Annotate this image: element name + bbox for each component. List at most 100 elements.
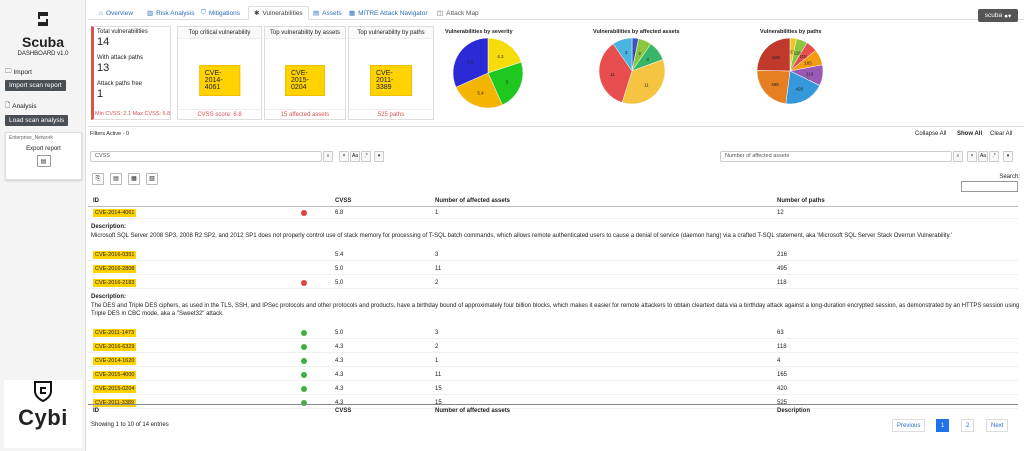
cve-id[interactable]: CVE-2016-2808 bbox=[93, 265, 137, 273]
chevron-down-icon[interactable]: ▾ bbox=[1003, 151, 1013, 162]
tab-risk-analysis[interactable]: ▥ Risk Analysis bbox=[142, 6, 199, 20]
page-1-button[interactable]: 1 bbox=[936, 419, 950, 432]
load-scan-button[interactable]: Load scan analysis bbox=[5, 115, 69, 126]
pdf-icon[interactable]: ▧ bbox=[146, 173, 158, 185]
assets-value: 3 bbox=[435, 330, 439, 336]
col-assets[interactable]: Number of affected assets bbox=[435, 198, 510, 204]
tab-assets[interactable]: ▤ Assets bbox=[308, 6, 347, 20]
page-2-button[interactable]: 2 bbox=[961, 419, 975, 432]
cybi-name: Cybi bbox=[18, 405, 68, 430]
assets-value: 2 bbox=[435, 344, 439, 350]
case-icon[interactable]: Aa bbox=[978, 151, 988, 162]
previous-button[interactable]: Previous bbox=[892, 419, 926, 432]
clear-icon[interactable]: × bbox=[967, 151, 977, 162]
cve-chip[interactable]: CVE-2015-0204 bbox=[285, 65, 325, 96]
shield-small-icon: ⛉ bbox=[201, 9, 206, 16]
col-paths[interactable]: Number of paths bbox=[777, 198, 825, 204]
status-dot-icon bbox=[301, 280, 307, 286]
next-button[interactable]: Next bbox=[986, 419, 1009, 432]
tab-mitre[interactable]: ▦ MITRE Attack Navigator bbox=[344, 6, 433, 20]
assets-filter-input[interactable]: Number of affected assets bbox=[720, 151, 952, 162]
col-assets: Number of affected assets bbox=[435, 408, 511, 414]
cve-id[interactable]: CVE-2014-1620 bbox=[93, 357, 137, 365]
stats-panel: Total vulnerabilities 14 With attack pat… bbox=[91, 26, 171, 120]
pie-label: 216 bbox=[806, 72, 814, 77]
paths-value: 216 bbox=[777, 252, 788, 258]
table-row[interactable]: CVE-2016-2808 5.0 11 495 bbox=[88, 263, 1018, 275]
table-row[interactable]: CVE-2014-1620 4.3 1 4 bbox=[88, 355, 1018, 367]
pie-label: 4.3 bbox=[497, 54, 504, 59]
tab-mitigations[interactable]: ⛉ Mitigations bbox=[196, 6, 245, 20]
brand-name: Scuba bbox=[21, 34, 64, 50]
excel-icon[interactable]: ▦ bbox=[128, 173, 140, 185]
cvss-range: Min CVSS: 2.1 Max CVSS: 6.8 bbox=[95, 111, 171, 117]
tab-vulnerabilities[interactable]: ✱ Vulnerabilities bbox=[248, 6, 309, 20]
cve-id[interactable]: CVE-2016-6329 bbox=[93, 343, 137, 351]
tab-overview[interactable]: ⌂ Overview bbox=[94, 6, 138, 20]
table-row[interactable]: CVE-2015-0204 4.3 15 420 bbox=[88, 383, 1018, 395]
cve-id[interactable]: CVE-2015-4000 bbox=[93, 371, 137, 379]
pie-label: 420 bbox=[796, 86, 804, 91]
tab-attack-map[interactable]: ◫ Attack Map bbox=[432, 6, 484, 20]
main: ⌂ Overview ▥ Risk Analysis ⛉ Mitigations ✱ V… bbox=[88, 0, 1024, 451]
regex-icon[interactable]: .* bbox=[361, 151, 371, 162]
pie-severity-title: Vulnerabilities by severity bbox=[445, 29, 513, 35]
export-button[interactable]: ▤ bbox=[36, 155, 51, 167]
pie-label: 165 bbox=[804, 61, 812, 66]
cvss-filter-input[interactable]: CVSS bbox=[90, 151, 322, 162]
brand-version: DASHBOARD v1.0 bbox=[17, 51, 69, 57]
col-id: ID bbox=[93, 408, 99, 414]
pie-slice[interactable] bbox=[756, 70, 791, 105]
cvss-value: 6.8 bbox=[335, 210, 344, 216]
import-label: 🗀 Import bbox=[5, 68, 32, 76]
col-cvss[interactable]: CVSS bbox=[335, 198, 351, 204]
table-row[interactable]: CVE-2015-4000 4.3 11 165 bbox=[88, 369, 1018, 381]
export-icon: ▤ bbox=[40, 158, 47, 165]
clear-icon[interactable]: × bbox=[339, 151, 349, 162]
card-footer: 525 paths bbox=[349, 109, 433, 119]
cve-id[interactable]: CVE-2015-0204 bbox=[93, 385, 137, 393]
show-all-button[interactable]: Show All bbox=[957, 129, 982, 139]
assets-value: 2 bbox=[435, 280, 439, 286]
cve-id[interactable]: CVE-2016-2183 bbox=[93, 279, 137, 287]
scuba-logo-icon bbox=[38, 12, 48, 26]
cve-id[interactable]: CVE-2011-1473 bbox=[93, 329, 137, 337]
user-menu-button[interactable]: scuba ●▾ bbox=[978, 9, 1018, 22]
copy-icon[interactable]: ⎘ bbox=[92, 173, 104, 185]
status-dot-icon bbox=[301, 358, 307, 364]
table-row[interactable]: CVE-2016-2183 5.0 2 118 bbox=[88, 277, 1018, 289]
cve-chip[interactable]: CVE-2011-3389 bbox=[370, 65, 412, 96]
csv-icon[interactable]: ▤ bbox=[110, 173, 122, 185]
description-label: Description: bbox=[91, 294, 127, 300]
folder-icon: 🗀 bbox=[5, 68, 12, 75]
free-label: Attack paths free bbox=[97, 81, 143, 87]
cve-chip[interactable]: CVE-2014-4061 bbox=[198, 65, 241, 96]
card-title: Top vulnerability by paths bbox=[349, 27, 433, 39]
collapse-all-button[interactable]: Collapse All bbox=[915, 129, 946, 139]
case-icon[interactable]: Aa bbox=[350, 151, 360, 162]
search-icon[interactable]: ⌕ bbox=[323, 151, 333, 162]
table-row[interactable]: CVE-2011-1473 5.0 3 63 bbox=[88, 327, 1018, 339]
cve-id[interactable]: CVE-2014-4061 bbox=[93, 209, 137, 217]
chevron-down-icon[interactable]: ▾ bbox=[374, 151, 384, 162]
pie-label: 6.8 bbox=[467, 60, 474, 65]
col-cvss: CVSS bbox=[335, 408, 352, 414]
cvss-value: 5.0 bbox=[335, 266, 344, 272]
col-id[interactable]: ID bbox=[93, 198, 99, 204]
cve-id[interactable]: CVE-2016-0351 bbox=[93, 251, 137, 259]
regex-icon[interactable]: .* bbox=[989, 151, 999, 162]
table-row[interactable]: CVE-2014-4061 6.8 1 12 bbox=[88, 207, 1018, 219]
assets-value: 3 bbox=[435, 252, 439, 258]
status-dot-icon bbox=[301, 386, 307, 392]
pie-label: 525 bbox=[772, 55, 780, 60]
card-top-critical: Top critical vulnerability CVE-2014-4061… bbox=[177, 26, 262, 120]
network-name: Enterprise_Network bbox=[9, 135, 53, 141]
assets-value: 1 bbox=[435, 210, 439, 216]
search-icon[interactable]: ⌕ bbox=[953, 151, 963, 162]
table-row[interactable]: CVE-2016-6329 4.3 2 118 bbox=[88, 341, 1018, 353]
clear-all-button[interactable]: Clear All bbox=[990, 129, 1012, 139]
card-title: Top critical vulnerability bbox=[178, 27, 261, 39]
import-scan-button[interactable]: Import scan report bbox=[5, 80, 66, 91]
table-search-input[interactable] bbox=[961, 181, 1018, 192]
table-row[interactable]: CVE-2016-0351 5.4 3 216 bbox=[88, 249, 1018, 261]
